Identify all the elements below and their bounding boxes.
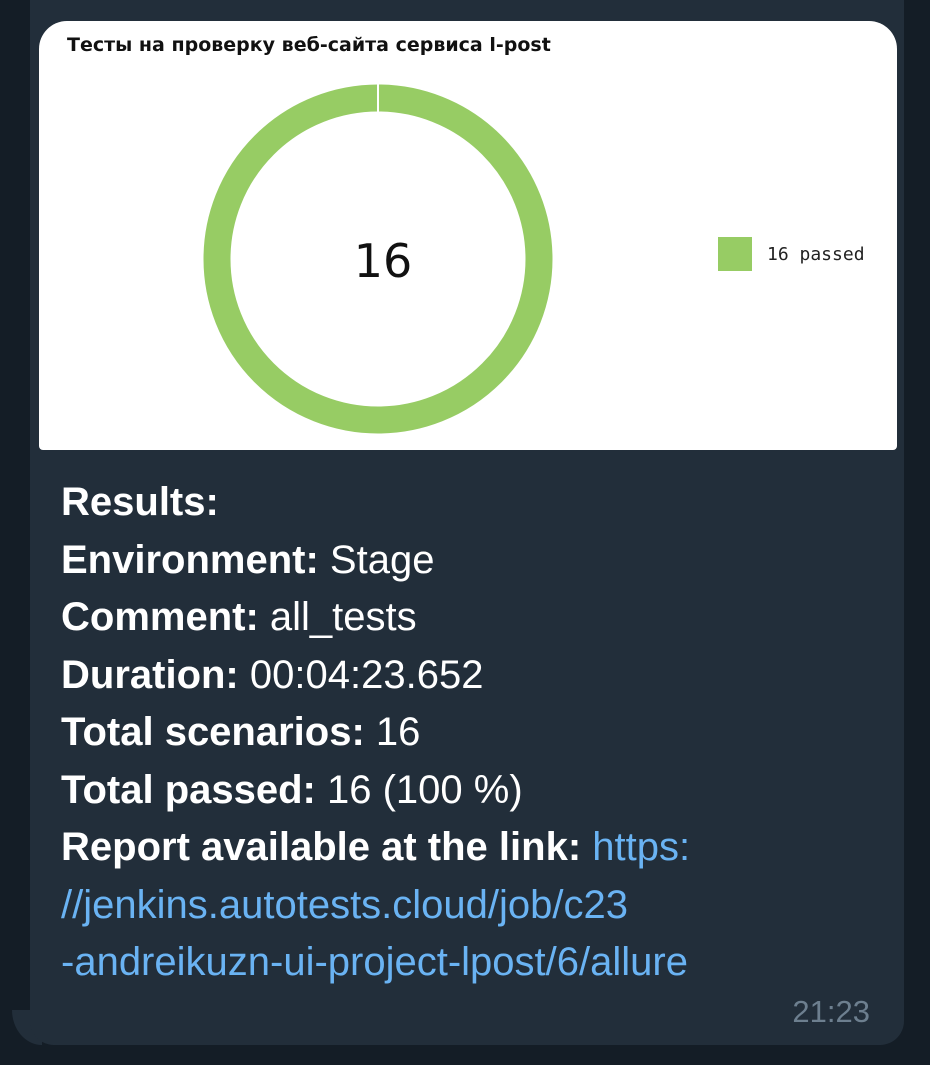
total-scenarios-line: Total scenarios: 16: [61, 704, 861, 762]
chart-legend: 16 passed: [718, 237, 865, 271]
chart-image[interactable]: Тесты на проверку веб-сайта сервиса l-po…: [39, 21, 897, 450]
message-time: 21:23: [792, 994, 870, 1029]
duration-value: 00:04:23.652: [249, 652, 484, 697]
duration-line: Duration: 00:04:23.652: [61, 647, 861, 705]
report-link-part1[interactable]: https:: [592, 825, 690, 869]
total-scenarios-label: Total scenarios:: [61, 710, 365, 754]
donut-chart: 16: [203, 84, 553, 434]
total-passed-label: Total passed:: [61, 767, 316, 812]
results-label: Results:: [61, 480, 219, 524]
legend-swatch-passed: [718, 237, 752, 271]
legend-label-passed: 16 passed: [767, 243, 865, 265]
message-text: Results: Environment: Stage Comment: all…: [61, 474, 861, 992]
total-passed-value: 16 (100 %): [327, 767, 523, 812]
report-link-part2[interactable]: //jenkins.autotests.cloud/job/c23: [61, 883, 628, 927]
donut-center-label: 16: [354, 234, 413, 288]
comment-value: all_tests: [269, 595, 417, 639]
duration-label: Duration:: [61, 652, 239, 697]
results-line: Results:: [61, 474, 861, 532]
report-link-part3[interactable]: -andreikuzn-ui-project-lpost/6/allure: [61, 940, 688, 984]
report-link-line-2: //jenkins.autotests.cloud/job/c23: [61, 877, 861, 935]
comment-label: Comment:: [61, 595, 259, 639]
total-scenarios-value: 16: [375, 710, 421, 754]
report-link-line-3: -andreikuzn-ui-project-lpost/6/allure: [61, 934, 861, 992]
report-label: Report available at the link:: [61, 825, 582, 869]
comment-line: Comment: all_tests: [61, 589, 861, 647]
report-line: Report available at the link: https:: [61, 819, 861, 877]
environment-line: Environment: Stage: [61, 532, 861, 590]
environment-value: Stage: [329, 537, 435, 582]
environment-label: Environment:: [61, 537, 319, 582]
total-passed-line: Total passed: 16 (100 %): [61, 762, 861, 820]
